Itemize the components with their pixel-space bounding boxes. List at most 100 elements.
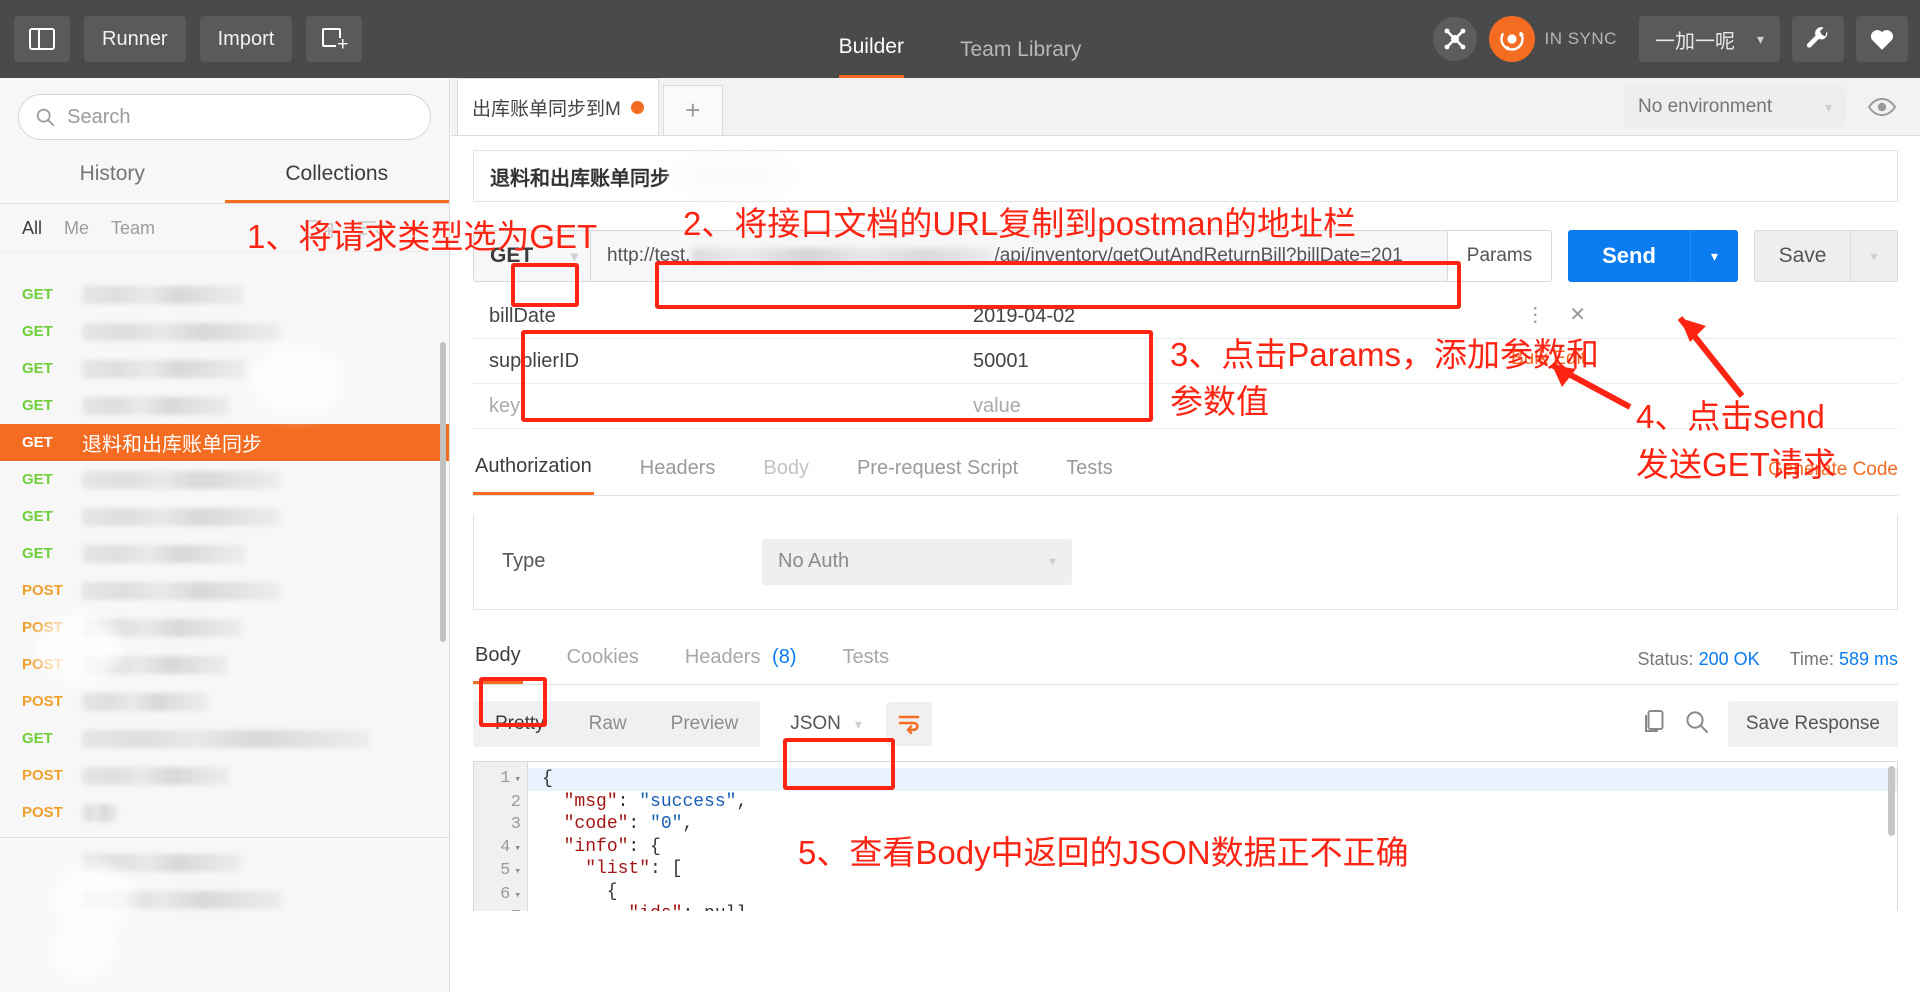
toggle-sidebar-button[interactable] xyxy=(14,16,70,62)
sidebar-tab-history[interactable]: History xyxy=(0,150,225,203)
list-item[interactable]: GET xyxy=(0,535,449,572)
list-item[interactable]: GET xyxy=(0,313,449,350)
params-button[interactable]: Params xyxy=(1448,230,1552,282)
auth-type-selector[interactable]: No Auth ▾ xyxy=(762,538,1072,585)
tab-headers[interactable]: Headers xyxy=(638,449,718,494)
response-panel: Body Cookies Headers (8) Tests Status: 2… xyxy=(451,636,1920,911)
environment-value: No environment xyxy=(1638,96,1773,117)
response-tab-cookies[interactable]: Cookies xyxy=(565,638,641,683)
response-tab-tests[interactable]: Tests xyxy=(840,638,891,683)
list-item[interactable]: GET xyxy=(0,720,449,757)
vertical-dots-icon[interactable]: ⋮ xyxy=(1525,302,1545,327)
postman-window: Runner Import + Builder Team Library IN … xyxy=(0,0,1920,992)
request-tab[interactable]: 出库账单同步到M xyxy=(457,78,659,135)
list-item[interactable]: POST xyxy=(0,609,449,646)
line-number: 1 ▾ xyxy=(500,769,521,788)
bulk-edit-button[interactable]: Bulk Edit xyxy=(1511,348,1586,370)
settings-button[interactable] xyxy=(1792,16,1844,62)
runner-button[interactable]: Runner xyxy=(84,16,186,62)
list-item[interactable]: POST xyxy=(0,683,449,720)
tab-tests[interactable]: Tests xyxy=(1064,449,1115,494)
table-row[interactable]: key value Bulk Edit xyxy=(473,348,1898,429)
list-item[interactable]: GET xyxy=(0,387,449,424)
generate-code-link[interactable]: Generate Code xyxy=(1768,459,1898,481)
list-item[interactable] xyxy=(0,881,449,918)
fold-toggle-icon[interactable]: ▾ xyxy=(514,866,521,878)
collections-list[interactable]: GET GET GET GET GET 退料和出库账单同步 GET GET GET POST POS… xyxy=(0,252,449,992)
param-key[interactable]: billDate xyxy=(473,305,963,328)
list-item[interactable]: GET xyxy=(0,498,449,535)
url-input[interactable]: http://test. /api/inventory/getOutAndRetu… xyxy=(591,230,1448,282)
tab-pre-request-script[interactable]: Pre-request Script xyxy=(855,449,1020,494)
request-method-badge: GET xyxy=(22,730,53,747)
table-row[interactable]: billDate 2019-04-02 xyxy=(473,294,1898,339)
fold-toggle-icon[interactable]: ▾ xyxy=(514,774,521,786)
list-item[interactable] xyxy=(0,844,449,881)
tab-builder-label: Builder xyxy=(838,35,904,58)
send-options-button[interactable]: ▾ xyxy=(1690,230,1738,282)
status-value: 200 OK xyxy=(1698,649,1760,669)
fold-toggle-icon[interactable]: ▾ xyxy=(514,890,521,902)
code-scrollbar[interactable] xyxy=(1888,766,1895,836)
list-item[interactable]: POST xyxy=(0,757,449,794)
view-mode-preview[interactable]: Preview xyxy=(649,701,761,747)
list-item[interactable]: GET xyxy=(0,461,449,498)
list-item[interactable]: POST xyxy=(0,646,449,683)
environment-quick-look-button[interactable] xyxy=(1858,86,1906,128)
fold-toggle-icon[interactable]: ▾ xyxy=(514,843,521,855)
request-name-field[interactable]: 退料和出库账单同步 xyxy=(473,150,1898,202)
runner-label: Runner xyxy=(102,27,168,50)
response-body-code[interactable]: 1▾234▾5▾6▾78 { "msg": "success", "code":… xyxy=(473,761,1898,911)
save-options-button[interactable]: ▾ xyxy=(1850,230,1898,282)
list-item[interactable]: GET xyxy=(0,350,449,387)
search-box[interactable] xyxy=(18,94,431,140)
param-value-placeholder[interactable]: value xyxy=(963,395,1433,418)
list-item[interactable]: POST xyxy=(0,794,449,831)
environment-selector[interactable]: No environment ▾ xyxy=(1624,86,1846,128)
response-tab-body[interactable]: Body xyxy=(473,636,523,684)
search-response-button[interactable] xyxy=(1684,709,1710,740)
filter-me[interactable]: Me xyxy=(64,218,89,239)
sidebar-tab-collections[interactable]: Collections xyxy=(224,150,449,203)
sync-status-badge[interactable]: IN SYNC xyxy=(1488,16,1617,62)
table-row[interactable]: supplierID 50001 ⋮ ✕ xyxy=(473,304,1898,384)
close-icon[interactable]: ✕ xyxy=(1569,302,1586,327)
method-selector[interactable]: GET ▾ xyxy=(473,230,591,282)
user-menu-button[interactable]: 一加一呢 ▾ xyxy=(1638,16,1780,62)
response-tab-headers[interactable]: Headers (8) xyxy=(683,638,799,683)
save-response-button[interactable]: Save Response xyxy=(1727,701,1898,747)
list-item[interactable]: GET xyxy=(0,276,449,313)
tab-team-library[interactable]: Team Library xyxy=(960,38,1081,78)
request-name-redacted xyxy=(82,853,242,872)
send-button[interactable]: Send xyxy=(1568,230,1690,282)
param-key-placeholder[interactable]: key xyxy=(473,395,963,418)
tab-builder[interactable]: Builder xyxy=(838,35,904,78)
filter-team[interactable]: Team xyxy=(111,218,155,239)
param-value[interactable]: 50001 xyxy=(963,350,1433,373)
unsaved-dot-icon xyxy=(630,100,644,114)
tab-body[interactable]: Body xyxy=(761,449,811,494)
sidebar-scrollbar[interactable] xyxy=(440,342,446,642)
search-input[interactable] xyxy=(67,105,414,129)
list-item[interactable]: POST xyxy=(0,572,449,609)
format-selector[interactable]: JSON ▾ xyxy=(774,701,878,747)
new-tab-button[interactable]: + xyxy=(306,16,363,62)
view-mode-raw[interactable]: Raw xyxy=(567,701,649,747)
response-tab-tests-label: Tests xyxy=(842,645,890,668)
network-button[interactable] xyxy=(1432,17,1477,61)
import-button[interactable]: Import xyxy=(199,16,293,62)
filter-all[interactable]: All xyxy=(22,218,42,239)
search-icon xyxy=(1686,710,1708,733)
wrap-lines-button[interactable] xyxy=(885,702,932,746)
add-request-tab-button[interactable]: + xyxy=(662,85,723,135)
favorites-button[interactable] xyxy=(1856,16,1908,62)
param-value[interactable]: 2019-04-02 xyxy=(963,305,1433,328)
view-mode-pretty[interactable]: Pretty xyxy=(473,701,567,747)
request-name-redacted xyxy=(82,581,280,600)
code-content[interactable]: { "msg": "success", "code": "0", "info":… xyxy=(528,762,1897,911)
tab-authorization[interactable]: Authorization xyxy=(473,447,594,495)
param-key[interactable]: supplierID xyxy=(473,350,963,373)
save-button[interactable]: Save xyxy=(1754,230,1850,282)
copy-button[interactable] xyxy=(1642,709,1666,740)
list-item[interactable]: GET 退料和出库账单同步 xyxy=(0,424,449,461)
